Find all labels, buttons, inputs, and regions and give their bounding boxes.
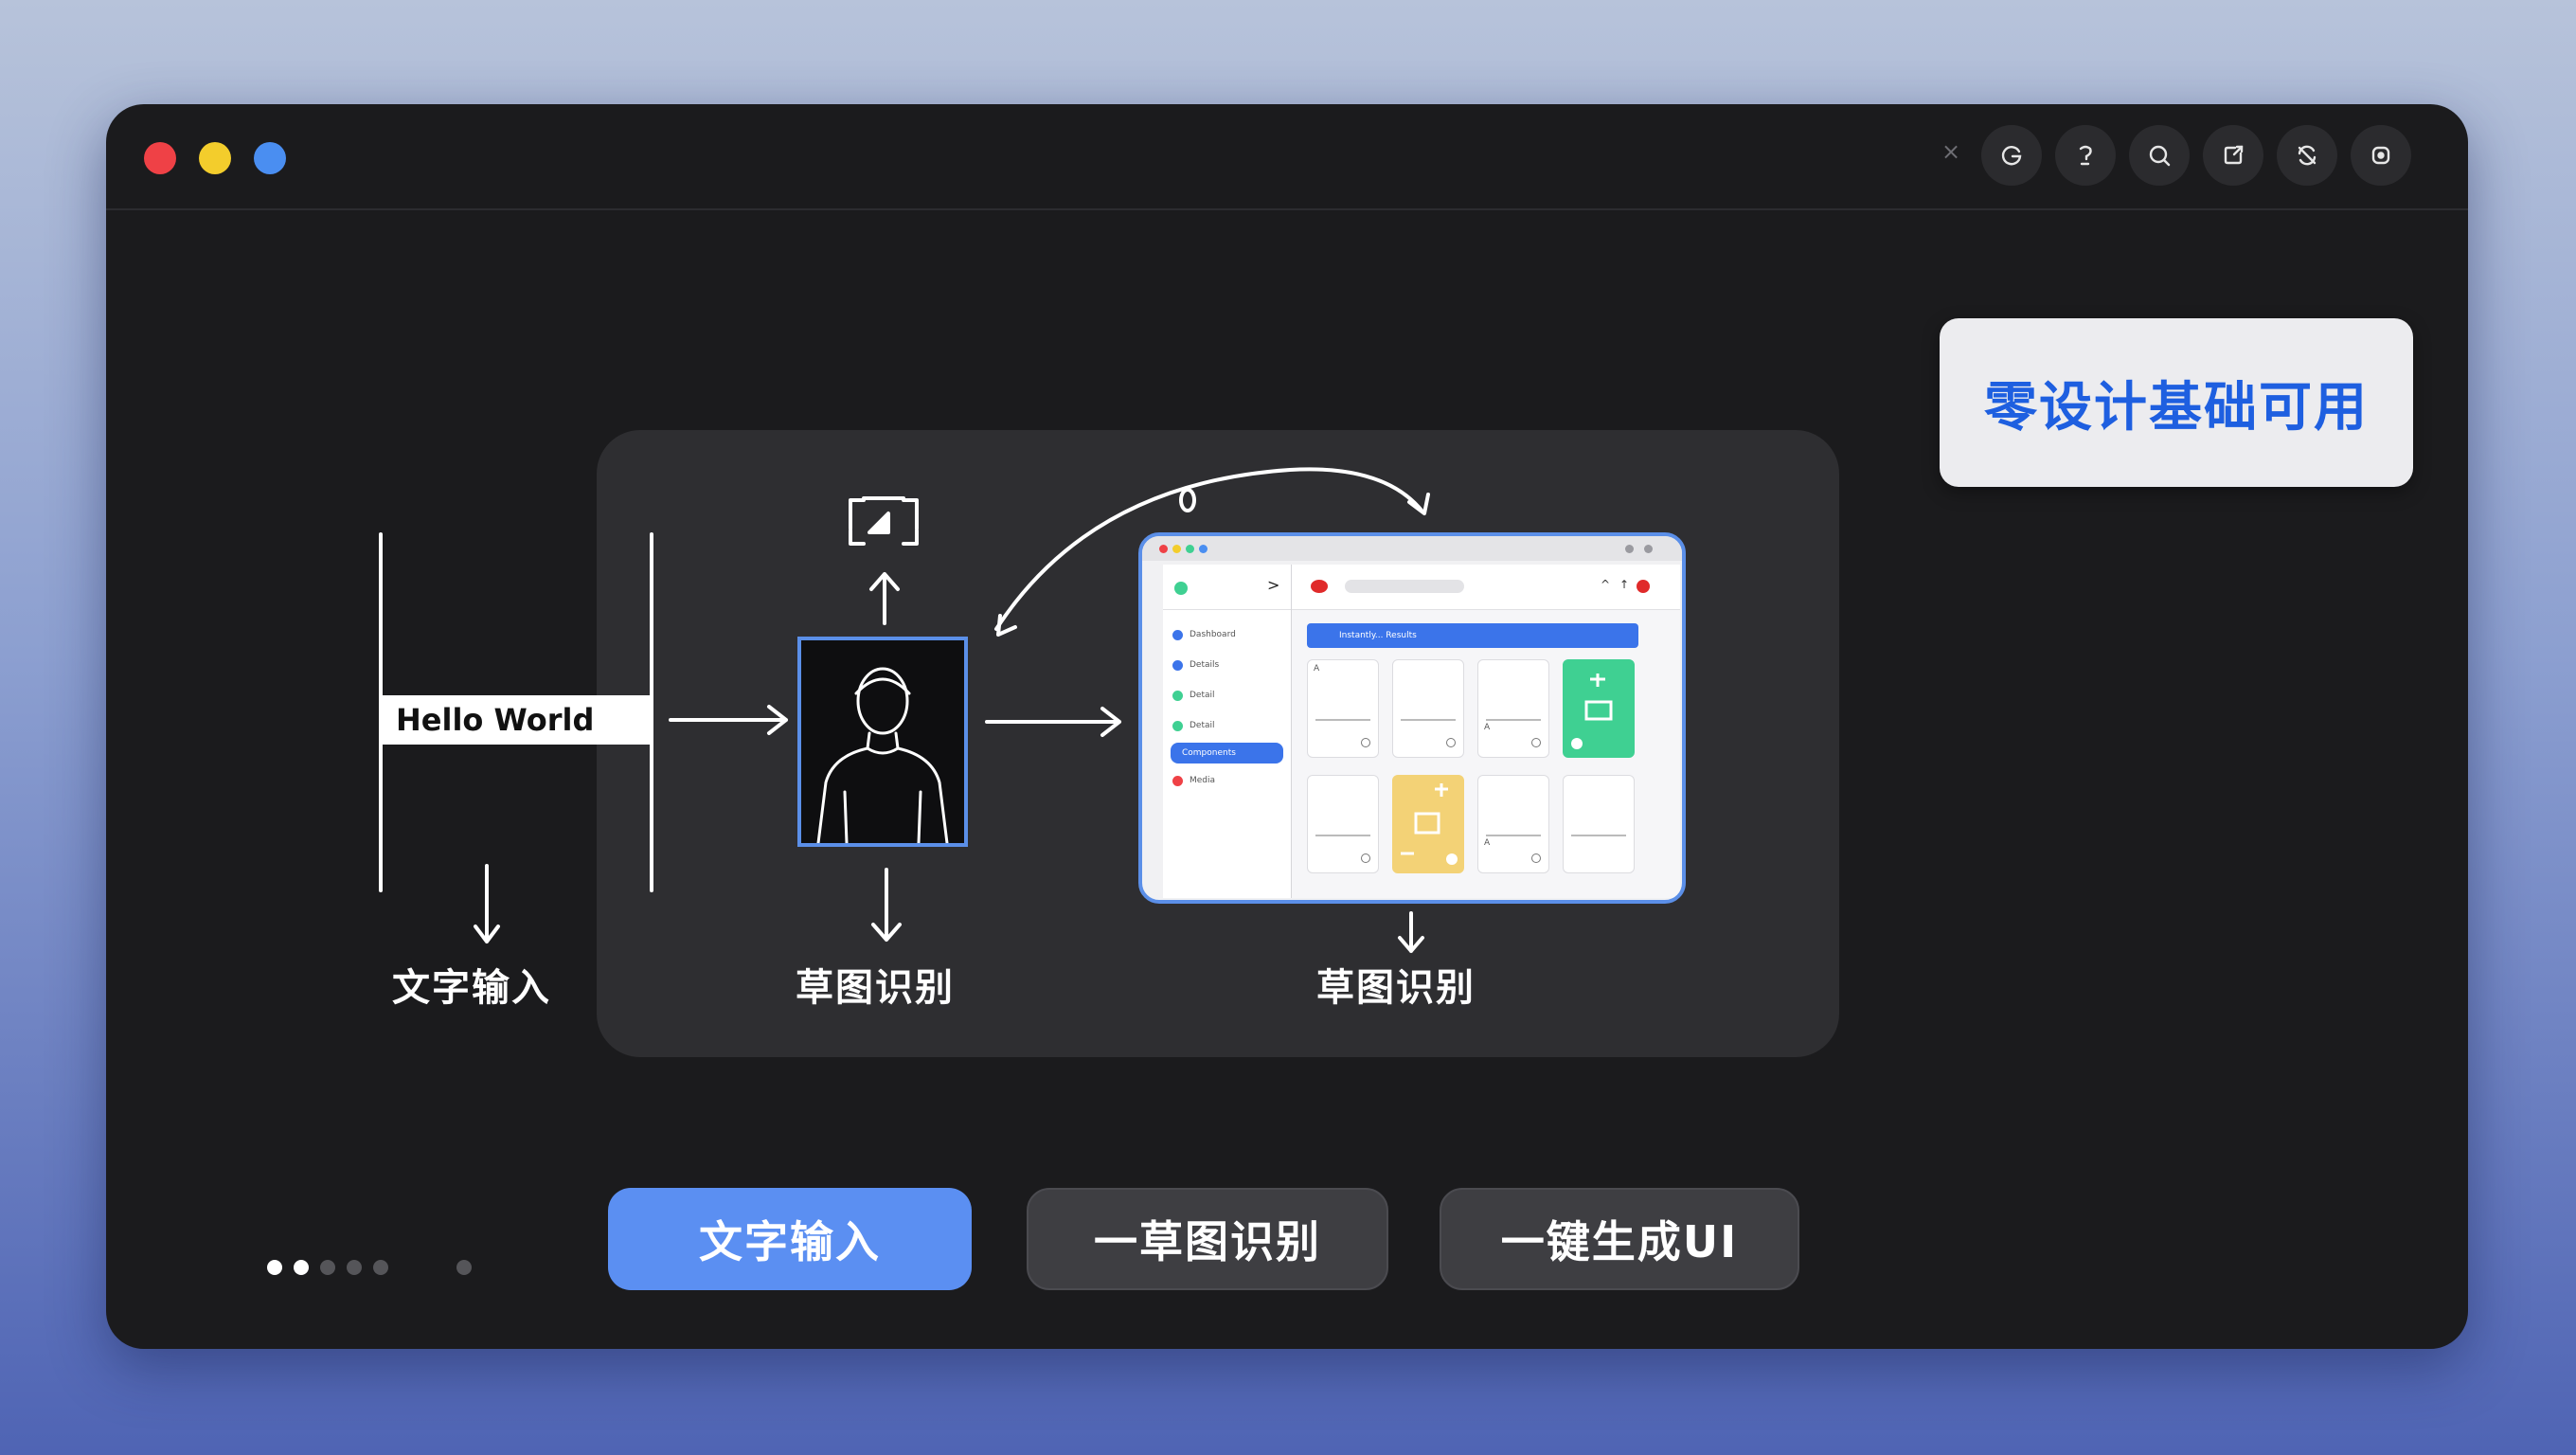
app-window: × 零设计基础可用 Hello World 文字输入 草图识别 草图识别 > D… bbox=[106, 104, 2468, 1349]
crop-icon bbox=[849, 496, 919, 546]
mockup-card: A bbox=[1307, 659, 1379, 758]
mockup-sidebar-header: > bbox=[1163, 565, 1291, 610]
right-arrow-icon bbox=[669, 705, 788, 735]
text-input-button[interactable]: 文字输入 bbox=[608, 1188, 972, 1290]
page-dot[interactable] bbox=[320, 1260, 335, 1275]
caption-sketch-recognition-2: 草图识别 bbox=[1316, 966, 1476, 1010]
logo-icon bbox=[1174, 582, 1188, 595]
puzzle-icon bbox=[1571, 674, 1613, 749]
page-dot[interactable] bbox=[347, 1260, 362, 1275]
generate-ui-button[interactable]: 一键生成UI bbox=[1440, 1188, 1799, 1290]
mockup-card: A bbox=[1477, 775, 1549, 873]
mockup-card bbox=[1563, 775, 1635, 873]
logo-icon-2 bbox=[1311, 580, 1328, 593]
caption-sketch-recognition: 草图识别 bbox=[796, 966, 955, 1010]
caption-text-input: 文字输入 bbox=[392, 966, 551, 1010]
person-sketch bbox=[797, 637, 968, 847]
mockup-search-bar bbox=[1345, 580, 1464, 593]
mockup-sidebar: > Dashboard Details Detail Detail Compon… bbox=[1163, 565, 1292, 898]
up-arrow-icon bbox=[869, 572, 900, 625]
mockup-sidebar-item: Detail bbox=[1163, 680, 1291, 710]
page-dot[interactable] bbox=[456, 1260, 472, 1275]
record-dot-icon bbox=[1637, 580, 1650, 593]
mockup-sidebar-item: Media bbox=[1163, 765, 1291, 796]
person-icon bbox=[816, 667, 949, 843]
mockup-card: A bbox=[1477, 659, 1549, 758]
generated-ui-mockup: > Dashboard Details Detail Detail Compon… bbox=[1138, 532, 1686, 904]
mockup-card-green bbox=[1563, 659, 1635, 758]
down-arrow-icon-3 bbox=[1398, 911, 1424, 953]
mockup-card-yellow bbox=[1392, 775, 1464, 873]
mockup-main: ^ ↑ Instantly... Results A A A bbox=[1292, 565, 1680, 898]
down-arrow-icon bbox=[474, 864, 500, 943]
mockup-sidebar-item: Details bbox=[1163, 650, 1291, 680]
mockup-titlebar bbox=[1142, 536, 1682, 561]
chevron-up-icon: ^ bbox=[1601, 578, 1611, 591]
mockup-card bbox=[1392, 659, 1464, 758]
sketch-recognition-button[interactable]: 一草图识别 bbox=[1027, 1188, 1388, 1290]
page-dot[interactable] bbox=[373, 1260, 388, 1275]
down-arrow-icon-2 bbox=[871, 868, 902, 942]
chevron-right-icon: > bbox=[1267, 576, 1280, 594]
page-dot[interactable] bbox=[294, 1260, 309, 1275]
mockup-sidebar-item: Detail bbox=[1163, 710, 1291, 741]
workflow-diagram: Hello World 文字输入 草图识别 草图识别 > Dashboard D… bbox=[106, 104, 2468, 1349]
mockup-sidebar-item-active: Components bbox=[1171, 743, 1283, 763]
puzzle-icon-2 bbox=[1401, 783, 1458, 865]
mockup-sidebar-item: Dashboard bbox=[1163, 620, 1291, 650]
right-arrow-icon-2 bbox=[985, 707, 1121, 737]
hello-world-input: Hello World bbox=[383, 695, 650, 745]
mockup-banner: Instantly... Results bbox=[1307, 623, 1638, 648]
page-dot[interactable] bbox=[267, 1260, 282, 1275]
page-indicator bbox=[267, 1260, 472, 1275]
mockup-card bbox=[1307, 775, 1379, 873]
mockup-header: ^ ↑ bbox=[1292, 565, 1680, 610]
upload-icon: ↑ bbox=[1619, 578, 1630, 591]
